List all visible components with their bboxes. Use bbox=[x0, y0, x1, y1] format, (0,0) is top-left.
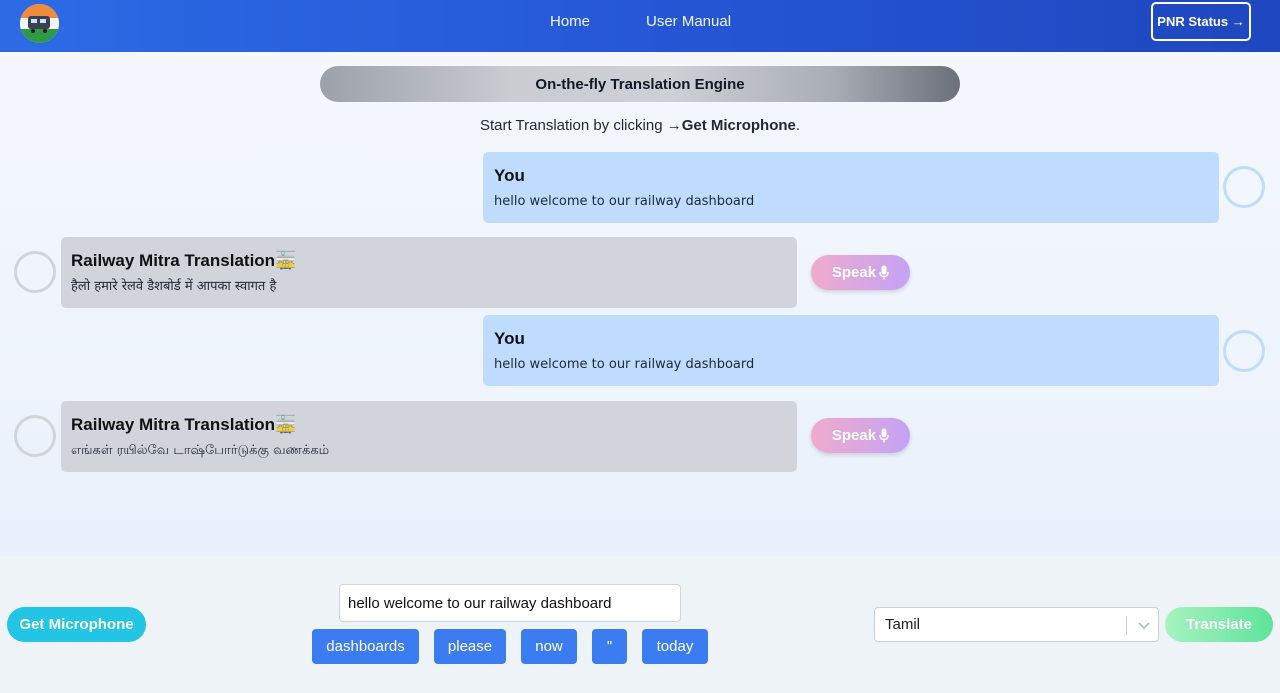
instruction-suffix: . bbox=[795, 117, 801, 134]
message-sender: You bbox=[494, 329, 525, 348]
train-logo-icon[interactable] bbox=[20, 4, 59, 43]
instruction-prefix: Start Translation by clicking → bbox=[479, 117, 682, 134]
bot-avatar bbox=[14, 251, 56, 293]
translation-input[interactable] bbox=[339, 584, 681, 622]
speak-button[interactable]: Speak bbox=[811, 255, 910, 290]
page-title: On-the-fly Translation Engine bbox=[320, 66, 960, 102]
nav-home-link[interactable]: Home bbox=[550, 13, 590, 30]
get-microphone-button[interactable]: Get Microphone bbox=[7, 607, 146, 642]
instruction-text: Start Translation by clicking →Get Micro… bbox=[0, 117, 1280, 134]
message-text: hello welcome to our railway dashboard bbox=[494, 357, 755, 372]
speak-label: Speak bbox=[831, 264, 877, 281]
instruction-bold: Get Microphone bbox=[681, 117, 796, 134]
suggestion-chip[interactable]: please bbox=[434, 629, 506, 664]
language-select[interactable]: Tamil bbox=[874, 607, 1159, 642]
speak-button[interactable]: Speak bbox=[811, 418, 910, 453]
message-text: हैलो हमारे रेलवे डैशबोर्ड में आपका स्वाग… bbox=[71, 279, 277, 294]
pnr-status-button[interactable]: PNR Status → bbox=[1151, 2, 1251, 41]
message-sender: Railway Mitra Translation🚋 bbox=[71, 251, 297, 270]
user-message: You hello welcome to our railway dashboa… bbox=[483, 152, 1219, 223]
message-text: hello welcome to our railway dashboard bbox=[494, 194, 755, 209]
nav-user-manual-link[interactable]: User Manual bbox=[646, 13, 731, 30]
message-sender: Railway Mitra Translation🚋 bbox=[71, 415, 297, 434]
message-sender: You bbox=[494, 166, 525, 185]
suggestion-chip[interactable]: " bbox=[592, 629, 627, 664]
select-separator bbox=[1126, 616, 1127, 635]
suggestion-chip[interactable]: now bbox=[521, 629, 577, 664]
microphone-icon bbox=[879, 428, 889, 443]
user-avatar bbox=[1223, 166, 1265, 208]
microphone-icon bbox=[879, 265, 889, 280]
bot-avatar bbox=[14, 415, 56, 457]
user-avatar bbox=[1223, 330, 1265, 372]
speak-label: Speak bbox=[831, 427, 877, 444]
bot-message: Railway Mitra Translation🚋 हैलो हमारे रे… bbox=[61, 237, 797, 308]
navbar: Home User Manual PNR Status → bbox=[0, 0, 1280, 52]
suggestion-chip[interactable]: today bbox=[642, 629, 708, 664]
translate-button[interactable]: Translate bbox=[1165, 607, 1273, 642]
user-message: You hello welcome to our railway dashboa… bbox=[483, 315, 1219, 386]
chevron-down-icon[interactable] bbox=[1136, 617, 1152, 633]
message-text: எங்கள் ரயில்வே டாஷ்போர்டுக்கு வணக்கம் bbox=[71, 443, 330, 458]
language-selected-value: Tamil bbox=[885, 616, 921, 633]
suggestion-chip[interactable]: dashboards bbox=[312, 629, 419, 664]
bot-message: Railway Mitra Translation🚋 எங்கள் ரயில்வ… bbox=[61, 401, 797, 472]
